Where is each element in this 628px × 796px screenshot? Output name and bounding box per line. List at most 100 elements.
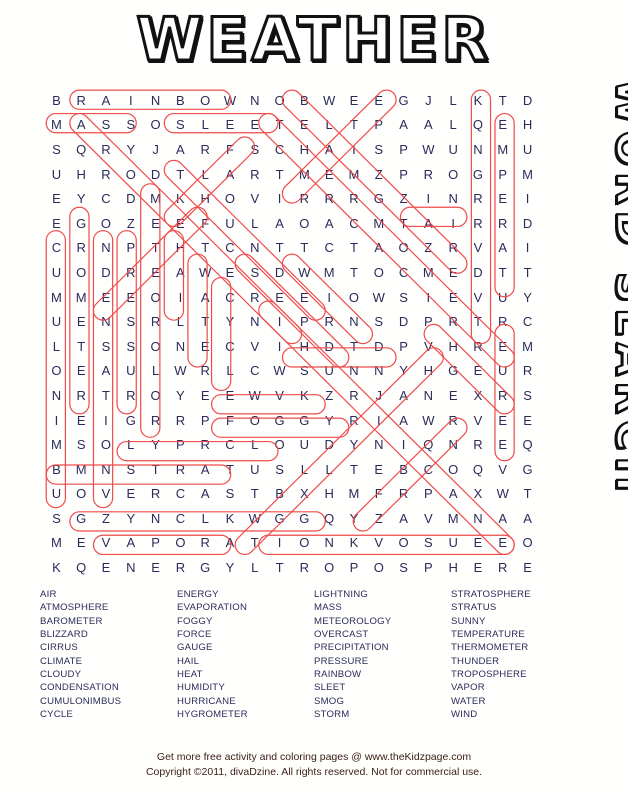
letter-cell[interactable]: C <box>342 211 367 236</box>
letter-cell[interactable]: I <box>391 432 416 457</box>
letter-cell[interactable]: O <box>69 482 94 507</box>
letter-cell[interactable]: C <box>391 260 416 285</box>
letter-cell[interactable]: R <box>242 285 267 310</box>
letter-cell[interactable]: R <box>94 162 119 187</box>
letter-cell[interactable]: Y <box>342 506 367 531</box>
letter-cell[interactable]: R <box>342 186 367 211</box>
letter-cell[interactable]: I <box>416 285 441 310</box>
word-list-item[interactable]: PRESSURE <box>314 655 451 668</box>
letter-cell[interactable]: T <box>267 162 292 187</box>
letter-cell[interactable]: E <box>218 260 243 285</box>
letter-cell[interactable]: S <box>292 359 317 384</box>
letter-cell[interactable]: M <box>515 334 540 359</box>
letter-cell[interactable]: R <box>490 555 515 580</box>
letter-cell[interactable]: G <box>366 186 391 211</box>
word-list-item[interactable]: PRECIPITATION <box>314 641 451 654</box>
letter-cell[interactable]: A <box>366 236 391 261</box>
letter-cell[interactable]: O <box>292 211 317 236</box>
letter-cell[interactable]: C <box>168 482 193 507</box>
letter-cell[interactable]: U <box>292 432 317 457</box>
letter-cell[interactable]: P <box>168 432 193 457</box>
word-list-item[interactable]: CLOUDY <box>40 668 177 681</box>
letter-cell[interactable]: R <box>118 383 143 408</box>
letter-cell[interactable]: E <box>366 88 391 113</box>
letter-cell[interactable]: D <box>317 334 342 359</box>
letter-cell[interactable]: O <box>143 334 168 359</box>
word-list-item[interactable]: GAUGE <box>177 641 314 654</box>
letter-cell[interactable]: W <box>193 260 218 285</box>
letter-cell[interactable]: P <box>366 113 391 138</box>
word-list-item[interactable]: HAIL <box>177 655 314 668</box>
letter-cell[interactable]: E <box>490 408 515 433</box>
letter-cell[interactable]: T <box>168 162 193 187</box>
letter-cell[interactable]: S <box>242 137 267 162</box>
letter-cell[interactable]: D <box>515 211 540 236</box>
word-list-item[interactable]: CIRRUS <box>40 641 177 654</box>
letter-cell[interactable]: O <box>143 113 168 138</box>
letter-cell[interactable]: E <box>143 211 168 236</box>
letter-cell[interactable]: E <box>44 211 69 236</box>
letter-cell[interactable]: E <box>69 531 94 556</box>
letter-cell[interactable]: W <box>218 88 243 113</box>
letter-cell[interactable]: A <box>69 113 94 138</box>
letter-cell[interactable]: S <box>366 137 391 162</box>
letter-cell[interactable]: A <box>267 211 292 236</box>
letter-cell[interactable]: A <box>391 506 416 531</box>
letter-cell[interactable]: G <box>69 211 94 236</box>
letter-cell[interactable]: R <box>292 186 317 211</box>
letter-cell[interactable]: H <box>168 236 193 261</box>
letter-cell[interactable]: M <box>317 260 342 285</box>
letter-cell[interactable]: E <box>466 555 491 580</box>
letter-cell[interactable]: I <box>94 408 119 433</box>
word-list-item[interactable]: FOGGY <box>177 615 314 628</box>
letter-cell[interactable]: O <box>342 285 367 310</box>
letter-cell[interactable]: I <box>515 236 540 261</box>
word-list-item[interactable]: BAROMETER <box>40 615 177 628</box>
letter-cell[interactable]: W <box>242 383 267 408</box>
letter-cell[interactable]: M <box>44 531 69 556</box>
letter-cell[interactable]: M <box>292 162 317 187</box>
letter-cell[interactable]: O <box>193 88 218 113</box>
letter-cell[interactable]: E <box>193 383 218 408</box>
letter-cell[interactable]: P <box>490 162 515 187</box>
letter-cell[interactable]: M <box>69 285 94 310</box>
letter-cell[interactable]: H <box>441 334 466 359</box>
letter-cell[interactable]: A <box>94 359 119 384</box>
letter-cell[interactable]: L <box>44 334 69 359</box>
letter-cell[interactable]: R <box>143 408 168 433</box>
letter-cell[interactable]: X <box>466 383 491 408</box>
letter-cell[interactable]: T <box>342 457 367 482</box>
letter-cell[interactable]: N <box>466 137 491 162</box>
letter-cell[interactable]: Q <box>466 113 491 138</box>
letter-cell[interactable]: D <box>366 334 391 359</box>
letter-cell[interactable]: P <box>416 309 441 334</box>
letter-cell[interactable]: P <box>342 555 367 580</box>
letter-cell[interactable]: A <box>416 113 441 138</box>
letter-cell[interactable]: A <box>168 137 193 162</box>
letter-cell[interactable]: G <box>441 359 466 384</box>
letter-cell[interactable]: A <box>218 162 243 187</box>
letter-cell[interactable]: Z <box>118 211 143 236</box>
letter-cell[interactable]: K <box>44 555 69 580</box>
letter-cell[interactable]: W <box>292 260 317 285</box>
letter-cell[interactable]: O <box>317 555 342 580</box>
letter-cell[interactable]: O <box>168 531 193 556</box>
letter-cell[interactable]: F <box>218 137 243 162</box>
letter-cell[interactable]: O <box>267 432 292 457</box>
letter-cell[interactable]: V <box>466 285 491 310</box>
letter-cell[interactable]: S <box>168 113 193 138</box>
letter-cell[interactable]: O <box>391 236 416 261</box>
letter-cell[interactable]: G <box>391 88 416 113</box>
letter-cell[interactable]: V <box>242 186 267 211</box>
letter-cell[interactable]: M <box>44 113 69 138</box>
letter-cell[interactable]: A <box>490 236 515 261</box>
letter-cell[interactable]: C <box>242 359 267 384</box>
letter-cell[interactable]: A <box>168 260 193 285</box>
letter-cell[interactable]: O <box>143 285 168 310</box>
letter-cell[interactable]: G <box>466 162 491 187</box>
letter-cell[interactable]: O <box>366 555 391 580</box>
letter-cell[interactable]: E <box>466 531 491 556</box>
letter-cell[interactable]: U <box>44 482 69 507</box>
letter-cell[interactable]: T <box>267 236 292 261</box>
letter-cell[interactable]: E <box>218 383 243 408</box>
